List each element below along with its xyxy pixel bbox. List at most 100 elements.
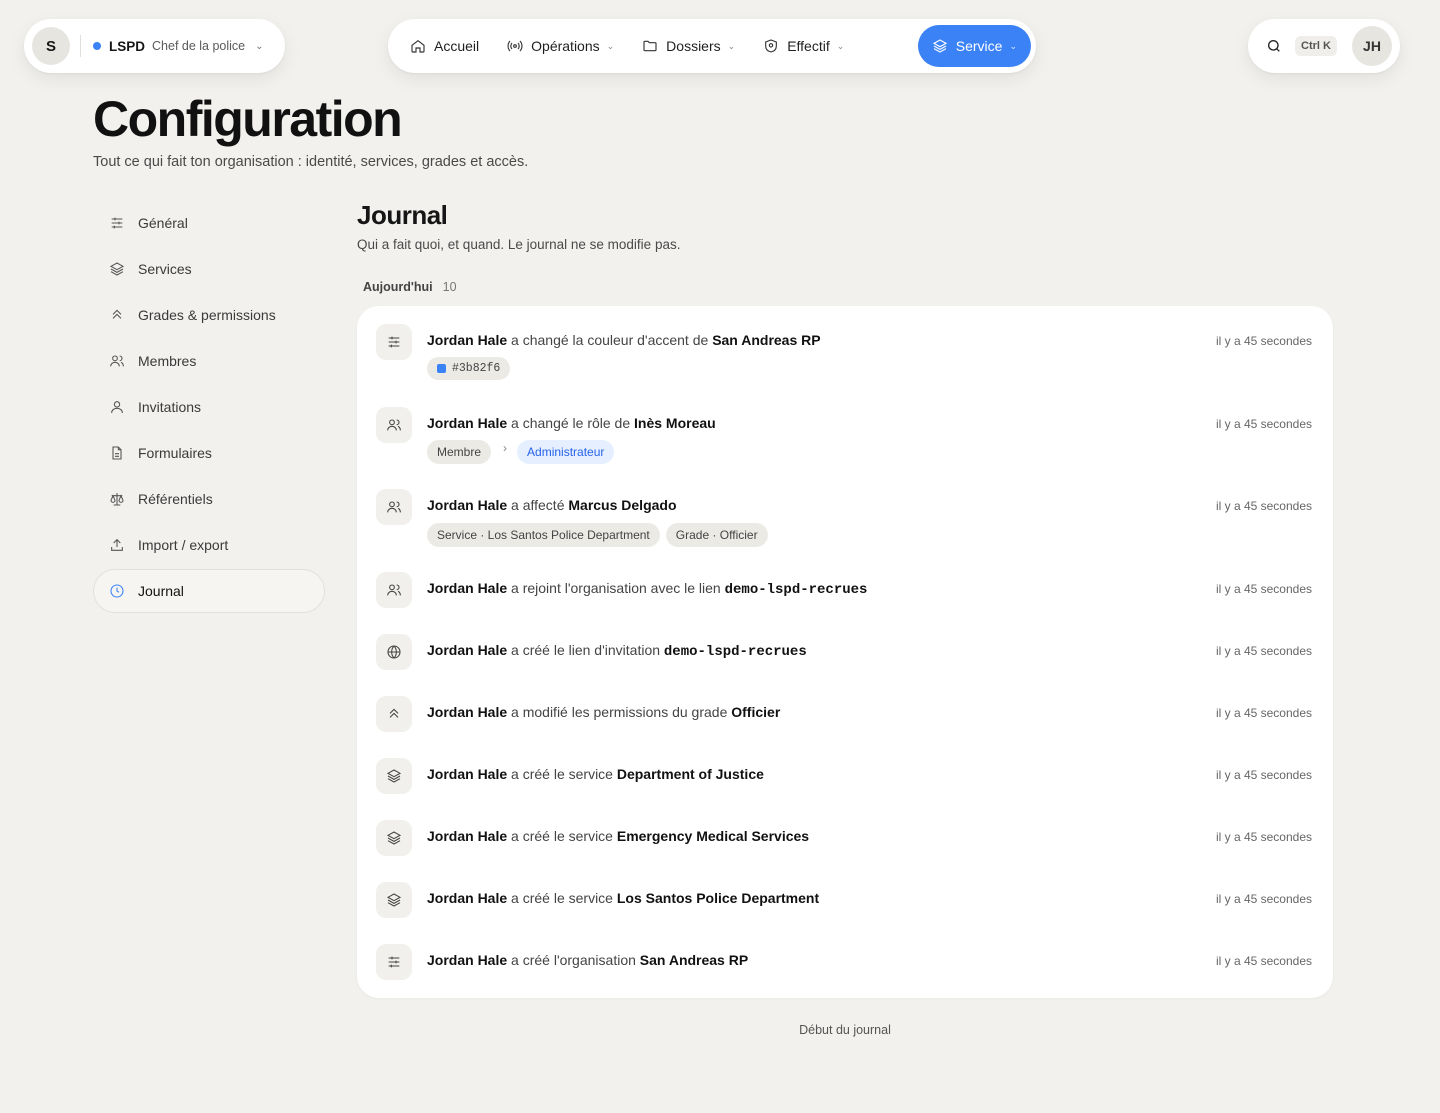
- user-avatar[interactable]: JH: [1352, 26, 1392, 66]
- sidebar-item-invitations[interactable]: Invitations: [93, 385, 325, 429]
- search-icon[interactable]: [1266, 38, 1282, 54]
- sidebar-item-label: Grades & permissions: [138, 307, 276, 323]
- nav-label: Service: [955, 38, 1003, 54]
- entry-time: il y a 45 secondes: [1215, 830, 1312, 844]
- journal-end-note: Début du journal: [799, 1023, 891, 1037]
- sidebar-item-label: Membres: [138, 353, 197, 369]
- journal-entry: Jordan Hale a créé l'organisation San An…: [357, 944, 1333, 980]
- upload-icon: [111, 538, 123, 551]
- journal-entry: Jordan Hale a créé le service Department…: [357, 758, 1333, 794]
- chevron-down-icon: ⌄: [1009, 40, 1017, 51]
- entry-target: Los Santos Police Department: [616, 890, 820, 906]
- journal-entry: Jordan Hale a changé le rôle de Inès Mor…: [357, 407, 1333, 477]
- entry-time: il y a 45 secondes: [1215, 499, 1312, 513]
- layers-icon: [376, 758, 412, 794]
- sidebar-item-label: Formulaires: [138, 445, 212, 461]
- group-label: Aujourd'hui 10: [363, 280, 457, 294]
- entry-target: demo-lspd-recrues: [663, 644, 807, 660]
- entry-action: a rejoint l'organisation avec le lien: [507, 580, 725, 596]
- scale-icon: [110, 493, 124, 506]
- layers-icon: [109, 262, 125, 276]
- sidebar-item-label: Général: [138, 215, 188, 231]
- page-subtitle: Tout ce qui fait ton organisation : iden…: [93, 154, 529, 170]
- entry-action: a changé la couleur d'accent de: [507, 332, 713, 348]
- nav-label: Effectif: [787, 38, 830, 54]
- search-shortcut: Ctrl K: [1295, 36, 1337, 56]
- entry-action: a créé le service: [507, 766, 617, 782]
- journal-list: Jordan Hale a changé la couleur d'accent…: [357, 306, 1333, 998]
- entry-target: Inès Moreau: [634, 415, 716, 431]
- entry-time: il y a 45 secondes: [1215, 417, 1312, 431]
- entry-target: Emergency Medical Services: [616, 828, 810, 844]
- entry-actor: Jordan Hale: [427, 828, 508, 844]
- nav-item-accueil[interactable]: Accueil: [396, 25, 493, 67]
- sidebar-item-services[interactable]: Services: [93, 247, 325, 291]
- chevron-down-icon: ⌄: [727, 40, 736, 51]
- color-value: #3b82f6: [452, 362, 501, 375]
- nav-item-operations[interactable]: Opérations ⌄: [493, 25, 628, 67]
- entry-text: Jordan Hale a changé la couleur d'accent…: [427, 332, 821, 348]
- entry-text: Jordan Hale a affecté Marcus Delgado: [427, 497, 677, 513]
- nav-label: Opérations: [531, 38, 600, 54]
- users-icon: [376, 489, 412, 525]
- entry-text: Jordan Hale a créé le lien d'invitation …: [427, 642, 807, 660]
- sidebar-item-label: Invitations: [138, 399, 202, 415]
- nav-item-effectif[interactable]: Effectif ⌄: [749, 25, 858, 67]
- layers-icon: [376, 820, 412, 856]
- entry-tags: Membre › Administrateur: [427, 440, 620, 464]
- org-switcher[interactable]: S LSPD Chef de la police ⌄: [24, 19, 285, 73]
- sidebar-item-import-export[interactable]: Import / export: [93, 523, 325, 567]
- entry-tags: Service · Los Santos Police Department G…: [427, 523, 774, 547]
- chevron-down-icon: ⌄: [836, 40, 845, 51]
- journal-entry: Jordan Hale a rejoint l'organisation ave…: [357, 572, 1333, 608]
- main-nav: Accueil Opérations ⌄ Dossiers ⌄ Effectif…: [388, 19, 1036, 73]
- sidebar-item-membres[interactable]: Membres: [93, 339, 325, 383]
- entry-time: il y a 45 secondes: [1215, 334, 1312, 348]
- journal-entry: Jordan Hale a modifié les permissions du…: [357, 696, 1333, 732]
- entry-actor: Jordan Hale: [427, 580, 508, 596]
- folder-icon: [643, 40, 657, 52]
- settings-sidebar: Général Services Grades & permissions Me…: [93, 201, 325, 615]
- nav-label: Accueil: [434, 38, 480, 54]
- sidebar-item-referentiels[interactable]: Référentiels: [93, 477, 325, 521]
- org-code: LSPD: [109, 38, 146, 54]
- entry-text: Jordan Hale a créé le service Emergency …: [427, 828, 809, 844]
- sidebar-item-general[interactable]: Général: [93, 201, 325, 245]
- entry-actor: Jordan Hale: [427, 704, 508, 720]
- sidebar-item-label: Services: [138, 261, 192, 277]
- users-icon: [376, 407, 412, 443]
- user-icon: [111, 401, 123, 414]
- sidebar-item-grades[interactable]: Grades & permissions: [93, 293, 325, 337]
- chevron-down-icon: ⌄: [606, 40, 615, 51]
- sliders-icon: [376, 324, 412, 360]
- entry-time: il y a 45 secondes: [1215, 954, 1312, 968]
- org-role: Chef de la police: [152, 39, 246, 53]
- layers-icon: [376, 882, 412, 918]
- nav-item-service[interactable]: Service ⌄: [917, 25, 1031, 67]
- chevrons-up-icon: [376, 696, 412, 732]
- entry-text: Jordan Hale a créé l'organisation San An…: [427, 952, 748, 968]
- entry-actor: Jordan Hale: [427, 497, 508, 513]
- sidebar-item-formulaires[interactable]: Formulaires: [93, 431, 325, 475]
- entry-text: Jordan Hale a changé le rôle de Inès Mor…: [427, 415, 716, 431]
- layers-icon: [932, 39, 947, 53]
- nav-label: Dossiers: [666, 38, 721, 54]
- group-label-text: Aujourd'hui: [363, 280, 433, 294]
- entry-time: il y a 45 secondes: [1215, 706, 1312, 720]
- entry-time: il y a 45 secondes: [1215, 644, 1312, 658]
- role-to-tag: Administrateur: [517, 440, 615, 464]
- entry-text: Jordan Hale a créé le service Los Santos…: [427, 890, 819, 906]
- journal-entry: Jordan Hale a créé le service Los Santos…: [357, 882, 1333, 918]
- file-icon: [112, 446, 122, 460]
- entry-text: Jordan Hale a rejoint l'organisation ave…: [427, 580, 867, 598]
- entry-actor: Jordan Hale: [427, 332, 508, 348]
- entry-action: a affecté: [507, 497, 569, 513]
- entry-tags: #3b82f6: [427, 357, 516, 380]
- users-icon: [110, 355, 124, 367]
- entry-actor: Jordan Hale: [427, 890, 508, 906]
- nav-item-dossiers[interactable]: Dossiers ⌄: [628, 25, 749, 67]
- entry-action: a créé l'organisation: [507, 952, 640, 968]
- sidebar-item-journal[interactable]: Journal: [93, 569, 325, 613]
- entry-target: Department of Justice: [616, 766, 764, 782]
- globe-icon: [376, 634, 412, 670]
